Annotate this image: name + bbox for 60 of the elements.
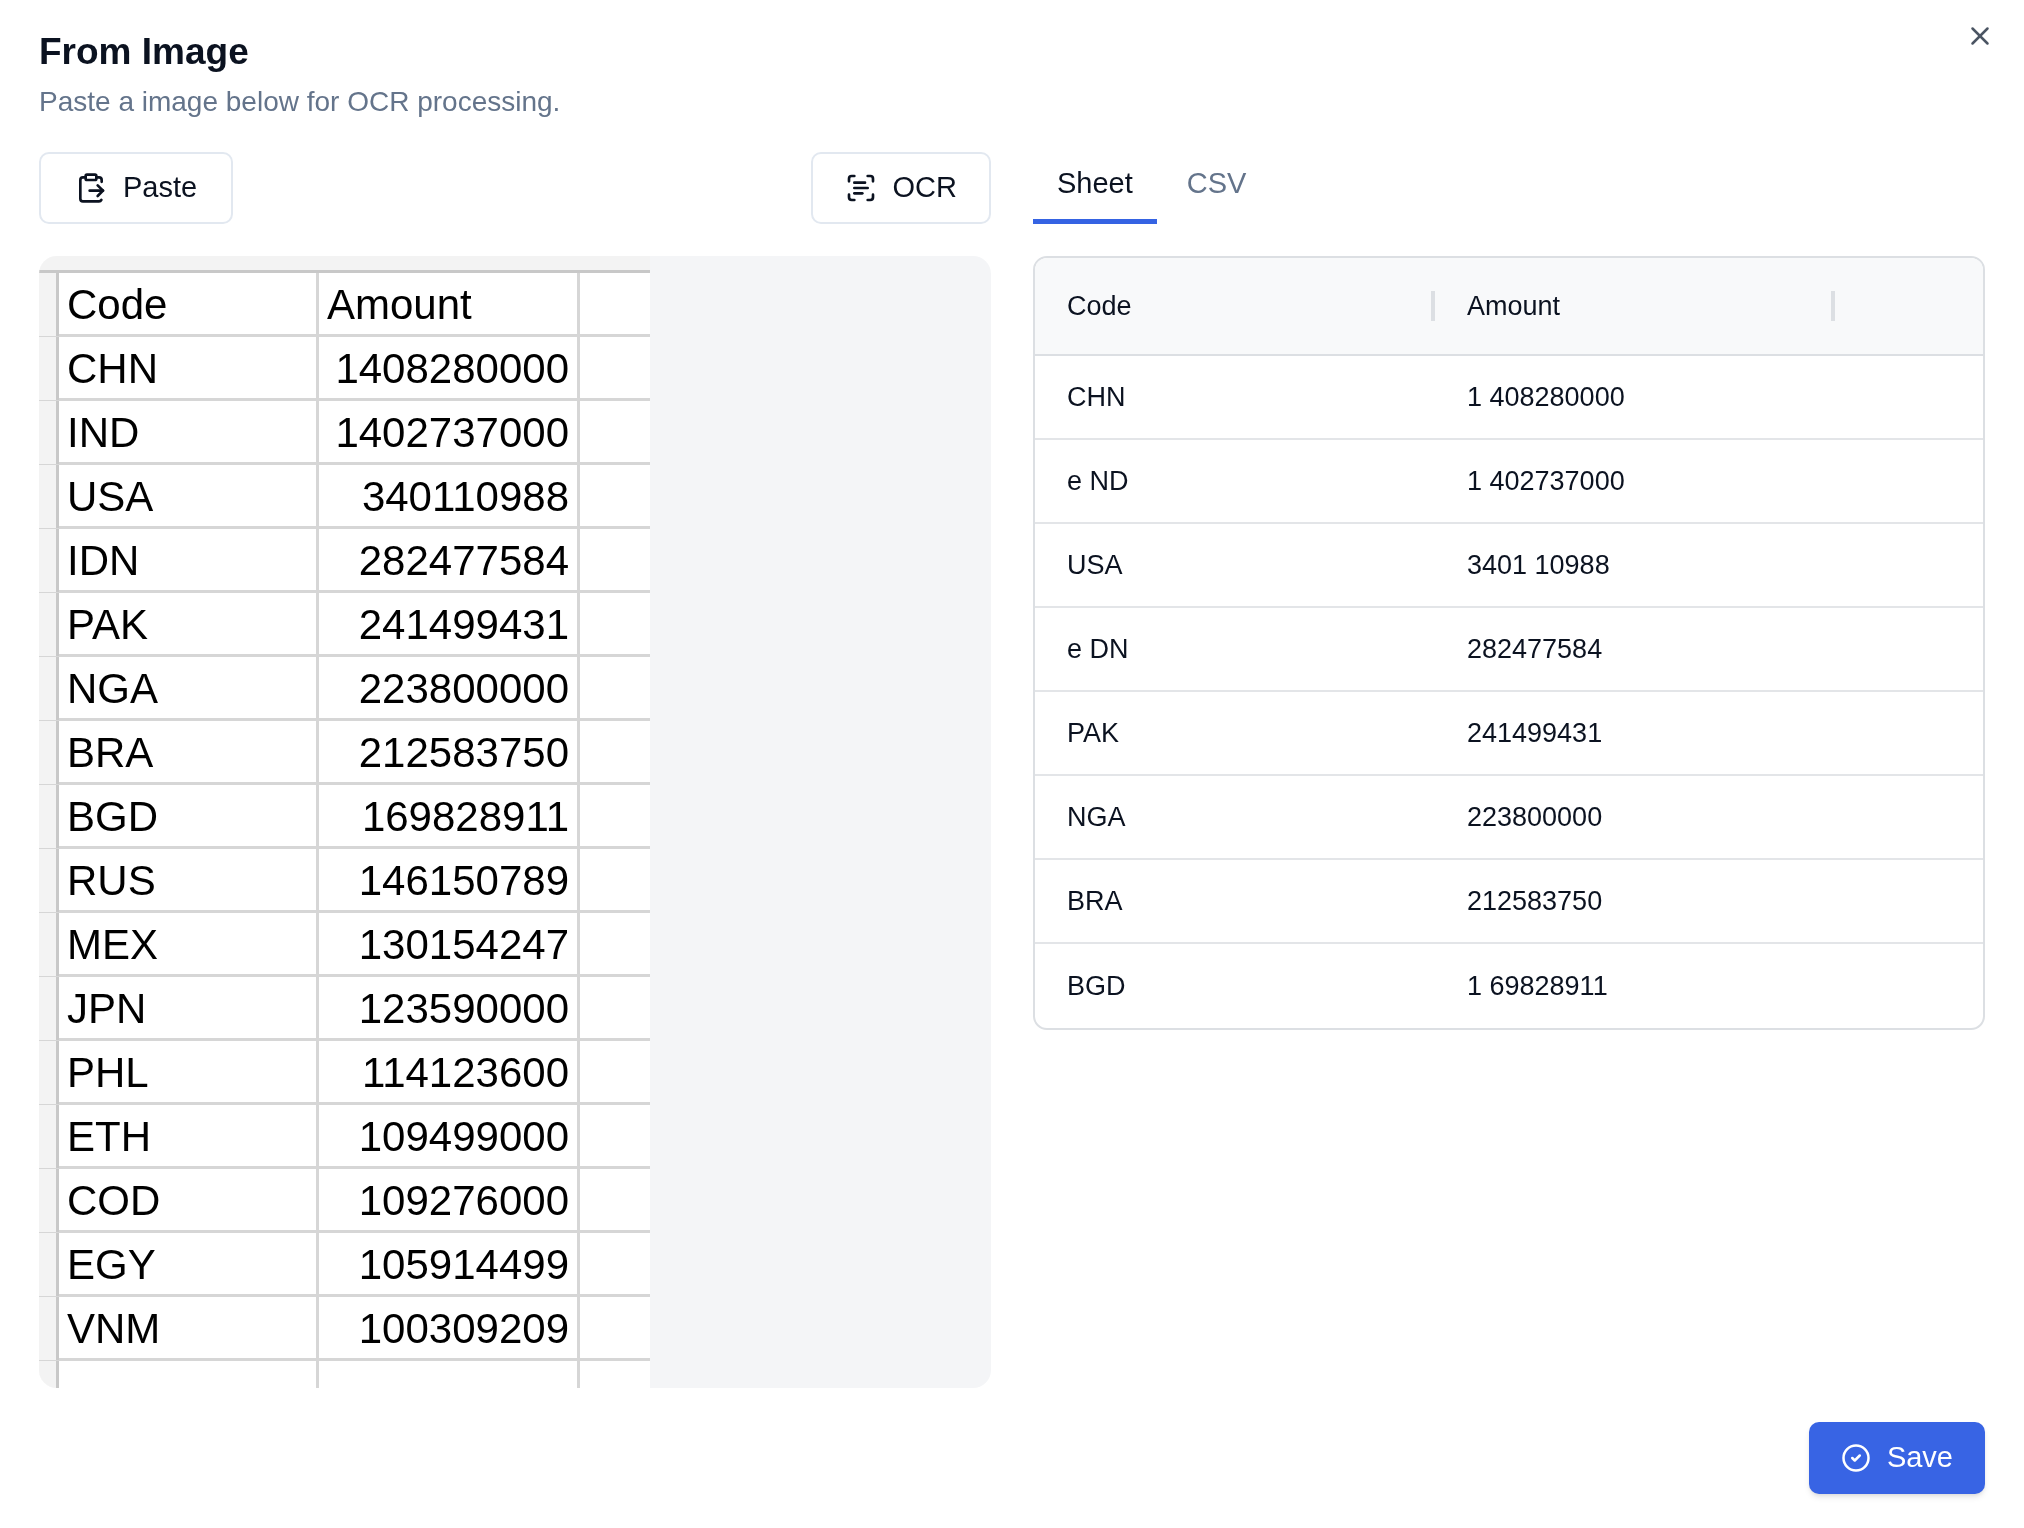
spreadsheet-cell: Code <box>59 273 319 336</box>
spreadsheet-cell: ETH <box>59 1105 319 1168</box>
spreadsheet-cell: JPN <box>59 977 319 1040</box>
tab[interactable]: Sheet <box>1033 161 1157 224</box>
spreadsheet-cell: IND <box>59 401 319 464</box>
spreadsheet-cell: 109276000 <box>319 1169 580 1232</box>
spreadsheet-cell: Amount <box>319 273 580 336</box>
table-cell: 1 408280000 <box>1467 381 1625 412</box>
column-header: Code <box>1067 289 1132 323</box>
spreadsheet-cell: 109499000 <box>319 1105 580 1168</box>
spreadsheet-cell: EGY <box>59 1233 319 1296</box>
spreadsheet-cell: 282477584 <box>319 529 580 592</box>
spreadsheet-cell: 1408280000 <box>319 337 580 400</box>
table-cell: 1 402737000 <box>1467 465 1625 496</box>
table-cell: 223800000 <box>1467 801 1603 832</box>
table-cell: e DN <box>1067 633 1129 664</box>
spreadsheet-cell: 105914499 <box>319 1233 580 1296</box>
spreadsheet-cell: 100309209 <box>319 1297 580 1360</box>
spreadsheet-cell: 212583750 <box>319 721 580 784</box>
spreadsheet-cell: 123590000 <box>319 977 580 1040</box>
table-cell: BGD <box>1067 970 1126 1001</box>
spreadsheet-cell: 146150789 <box>319 849 580 912</box>
table-cell: USA <box>1067 549 1123 580</box>
paste-button[interactable]: Paste <box>39 152 234 224</box>
table-cell: PAK <box>1067 717 1120 748</box>
spreadsheet-cell: 169828911 <box>319 785 580 848</box>
spreadsheet-cell: 114123600 <box>319 1041 580 1104</box>
table-cell: 3401 10988 <box>1467 549 1610 580</box>
table-cell: BRA <box>1067 885 1123 916</box>
table-cell: NGA <box>1067 801 1126 832</box>
tab[interactable]: CSV <box>1162 161 1271 224</box>
spreadsheet-cell: 241499431 <box>319 593 580 656</box>
dialog-description: Paste a image below for OCR processing. <box>39 85 562 119</box>
table-cell: 212583750 <box>1467 885 1603 916</box>
spreadsheet-cell: 130154247 <box>319 913 580 976</box>
table-cell: CHN <box>1067 381 1126 412</box>
spreadsheet-cell: BGD <box>59 785 319 848</box>
spreadsheet-cell: CHN <box>59 337 319 400</box>
spreadsheet-cell: VNM <box>59 1297 319 1360</box>
check-circle-icon <box>1840 1443 1871 1473</box>
spreadsheet-cell: BRA <box>59 721 319 784</box>
spreadsheet-cell: 340110988 <box>319 465 580 528</box>
spreadsheet-cell: IDN <box>59 529 319 592</box>
table-cell: e ND <box>1067 465 1129 496</box>
spreadsheet-cell: RUS <box>59 849 319 912</box>
dialog-title: From Image <box>39 30 249 74</box>
ocr-button[interactable]: OCR <box>810 152 991 224</box>
spreadsheet-cell: PHL <box>59 1041 319 1104</box>
spreadsheet-cell: COD <box>59 1169 319 1232</box>
table-cell: 1 69828911 <box>1467 970 1608 1001</box>
table-cell: 241499431 <box>1467 717 1603 748</box>
spreadsheet-cell: PAK <box>59 593 319 656</box>
spreadsheet-cell: USA <box>59 465 319 528</box>
column-header: Amount <box>1467 289 1561 323</box>
spreadsheet-cell: 1402737000 <box>319 401 580 464</box>
spreadsheet-cell: NGA <box>59 657 319 720</box>
table-cell: 282477584 <box>1467 633 1603 664</box>
save-button[interactable]: Save <box>1808 1422 1985 1494</box>
spreadsheet-cell: 223800000 <box>319 657 580 720</box>
spreadsheet-cell: MEX <box>59 913 319 976</box>
